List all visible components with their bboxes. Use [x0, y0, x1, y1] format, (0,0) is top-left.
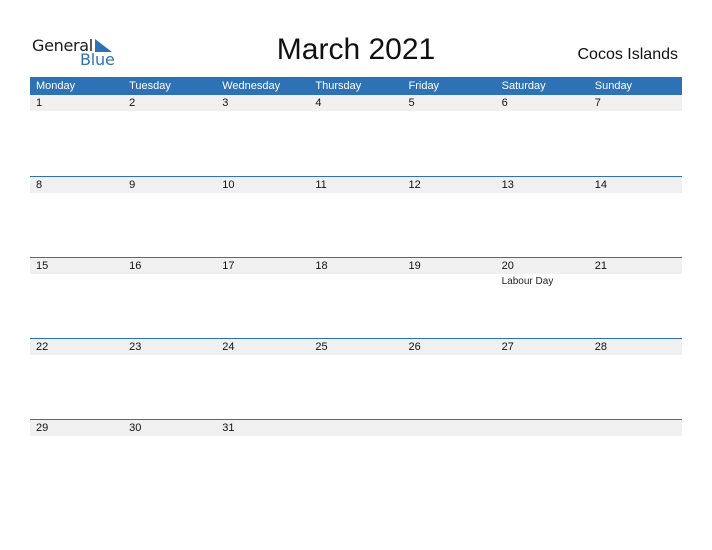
week-row: 15 16 17 18 19 20 Labour Day 21 — [30, 257, 682, 338]
day-cell — [309, 420, 402, 500]
day-cell: 3 — [216, 95, 309, 176]
day-cell: 16 — [123, 258, 216, 338]
day-number: 19 — [408, 260, 421, 272]
day-number: 16 — [129, 260, 142, 272]
weekday-sunday: Sunday — [594, 80, 633, 92]
day-cell: 25 — [309, 339, 402, 419]
day-cell: 6 — [496, 95, 589, 176]
week-days: 22 23 24 25 26 27 28 — [30, 339, 682, 419]
day-cell: 7 — [589, 95, 682, 176]
day-number: 9 — [129, 179, 136, 191]
weekday-monday: Monday — [36, 80, 76, 92]
day-cell — [589, 420, 682, 500]
day-cell: 31 — [216, 420, 309, 500]
day-cell: 26 — [403, 339, 496, 419]
day-cell: 30 — [123, 420, 216, 500]
day-number: 12 — [408, 179, 421, 191]
day-number: 10 — [222, 179, 235, 191]
day-cell: 18 — [309, 258, 402, 338]
day-number: 20 — [501, 260, 514, 272]
day-number: 6 — [501, 97, 508, 109]
day-number: 30 — [129, 422, 142, 434]
weekday-thursday: Thursday — [315, 80, 362, 92]
day-number: 18 — [315, 260, 328, 272]
day-number: 11 — [315, 179, 327, 191]
week-days: 1 2 3 4 5 6 7 — [30, 95, 682, 176]
weekday-tuesday: Tuesday — [129, 80, 171, 92]
day-cell: 8 — [30, 177, 123, 257]
day-number: 13 — [501, 179, 514, 191]
holiday-label: Labour Day — [501, 276, 554, 287]
week-row: 1 2 3 4 5 6 7 — [30, 95, 682, 176]
country-name: Cocos Islands — [577, 46, 679, 63]
day-cell: 29 — [30, 420, 123, 500]
weekday-wednesday: Wednesday — [222, 80, 281, 92]
day-number: 2 — [129, 97, 136, 109]
day-number: 15 — [36, 260, 49, 272]
day-cell: 4 — [309, 95, 402, 176]
day-number: 5 — [408, 97, 415, 109]
day-number: 8 — [36, 179, 43, 191]
day-number: 21 — [594, 260, 607, 272]
day-cell: 11 — [309, 177, 402, 257]
week-days: 8 9 10 11 12 13 14 — [30, 177, 682, 257]
day-cell: 10 — [216, 177, 309, 257]
day-cell: 22 — [30, 339, 123, 419]
day-cell: 19 — [403, 258, 496, 338]
day-cell: 5 — [403, 95, 496, 176]
week-row: 29 30 31 — [30, 419, 682, 500]
day-number: 1 — [36, 97, 43, 109]
day-number: 27 — [501, 341, 514, 353]
day-number: 4 — [315, 97, 322, 109]
day-cell: 23 — [123, 339, 216, 419]
day-cell: 2 — [123, 95, 216, 176]
week-row: 22 23 24 25 26 27 28 — [30, 338, 682, 419]
weekday-friday: Friday — [408, 80, 440, 92]
day-number: 26 — [408, 341, 421, 353]
week-days: 15 16 17 18 19 20 Labour Day 21 — [30, 258, 682, 338]
day-cell: 15 — [30, 258, 123, 338]
day-number: 31 — [222, 422, 235, 434]
day-cell: 27 — [496, 339, 589, 419]
day-number: 25 — [315, 341, 328, 353]
day-cell — [403, 420, 496, 500]
day-number: 22 — [36, 341, 49, 353]
day-cell: 13 — [496, 177, 589, 257]
day-number: 3 — [222, 97, 229, 109]
day-number: 24 — [222, 341, 235, 353]
calendar-grid: Monday Tuesday Wednesday Thursday Friday… — [30, 77, 682, 500]
day-number: 14 — [594, 179, 607, 191]
day-cell: 21 — [589, 258, 682, 338]
weekday-saturday: Saturday — [501, 80, 546, 92]
day-number: 23 — [129, 341, 142, 353]
day-cell: 12 — [403, 177, 496, 257]
week-days: 29 30 31 — [30, 420, 682, 500]
day-cell: 1 — [30, 95, 123, 176]
day-cell: 9 — [123, 177, 216, 257]
day-cell: 14 — [589, 177, 682, 257]
weekday-header: Monday Tuesday Wednesday Thursday Friday… — [30, 77, 682, 95]
day-number: 28 — [594, 341, 607, 353]
week-row: 8 9 10 11 12 13 14 — [30, 176, 682, 257]
day-number: 7 — [594, 97, 601, 109]
day-cell: 24 — [216, 339, 309, 419]
day-number: 17 — [222, 260, 235, 272]
day-cell: 17 — [216, 258, 309, 338]
day-cell: 28 — [589, 339, 682, 419]
weeks-container: 1 2 3 4 5 6 7 8 9 10 11 12 13 14 15 16 17 18 19 20 Labour Da… — [30, 95, 682, 500]
day-cell: 20 Labour Day — [496, 258, 589, 338]
day-cell — [496, 420, 589, 500]
day-number: 29 — [36, 422, 49, 434]
